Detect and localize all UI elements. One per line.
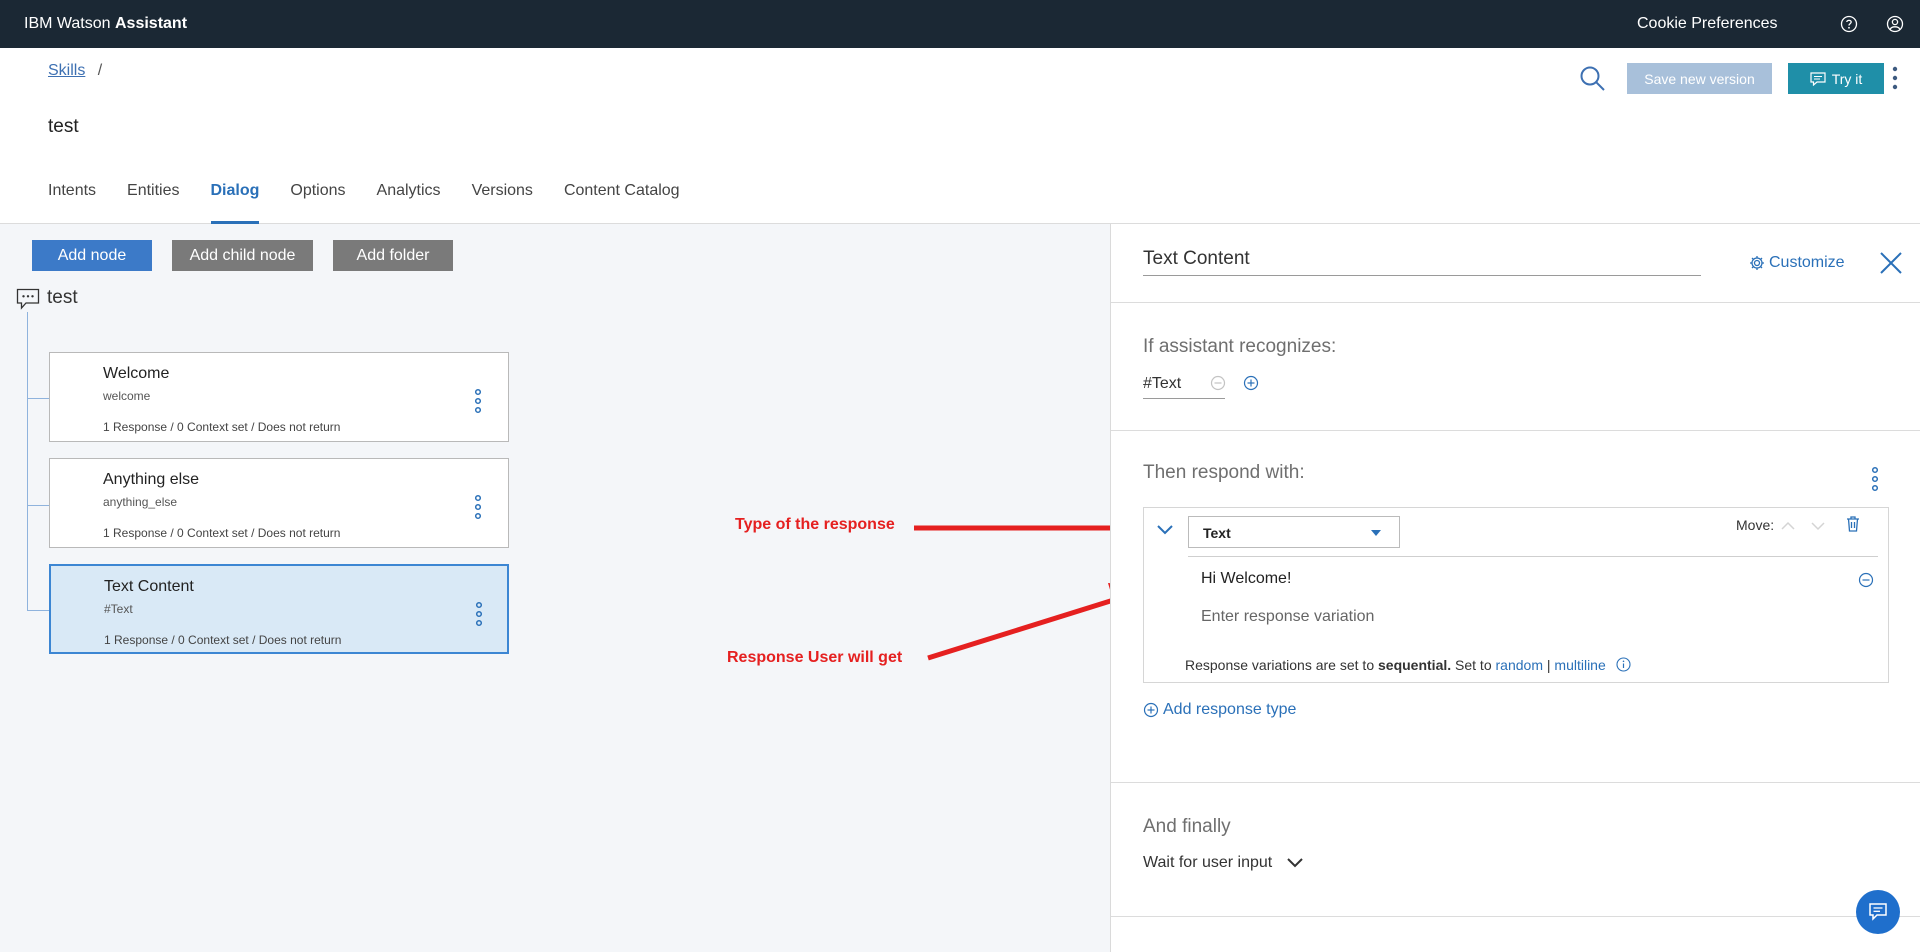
chat-icon bbox=[1869, 903, 1887, 921]
new-variation-input[interactable]: Enter response variation bbox=[1201, 608, 1374, 626]
customize-link[interactable]: Customize bbox=[1749, 254, 1845, 272]
arrow-response bbox=[927, 595, 1121, 661]
settings-set-to: Set to bbox=[1455, 657, 1492, 673]
response-type-value: Text bbox=[1203, 525, 1231, 541]
top-bar: IBM Watson Assistant Cookie Preferences bbox=[0, 0, 1920, 48]
skill-title: test bbox=[48, 116, 79, 137]
response-type-select[interactable]: Text bbox=[1188, 516, 1400, 548]
node-editor-panel: Text Content Customize If assistant reco… bbox=[1110, 224, 1920, 952]
node-meta: 1 Response / 0 Context set / Does not re… bbox=[104, 633, 342, 647]
tab-versions[interactable]: Versions bbox=[472, 182, 533, 224]
node-condition: anything_else bbox=[103, 495, 178, 509]
user-icon[interactable] bbox=[1885, 14, 1905, 34]
set-random-link[interactable]: random bbox=[1496, 657, 1543, 673]
caret-down-icon bbox=[1371, 530, 1381, 536]
node-title: Welcome bbox=[103, 365, 170, 382]
breadcrumb-separator: / bbox=[97, 62, 103, 79]
node-meta: 1 Response / 0 Context set / Does not re… bbox=[103, 420, 341, 434]
tree-connector bbox=[27, 312, 28, 610]
settings-separator: | bbox=[1546, 657, 1551, 673]
trash-icon[interactable] bbox=[1845, 515, 1861, 533]
tree-branch bbox=[27, 505, 49, 506]
tab-content-catalog[interactable]: Content Catalog bbox=[564, 182, 680, 224]
remove-condition-icon[interactable] bbox=[1210, 375, 1226, 391]
node-condition: welcome bbox=[103, 389, 151, 403]
add-child-node-button[interactable]: Add child node bbox=[172, 240, 313, 271]
skill-tabs: Intents Entities Dialog Options Analytic… bbox=[48, 182, 711, 224]
then-respond-label: Then respond with: bbox=[1143, 462, 1305, 483]
divider bbox=[1111, 302, 1920, 303]
variation-settings: Response variations are set to sequentia… bbox=[1185, 657, 1631, 673]
chevron-down-icon[interactable] bbox=[1156, 524, 1174, 536]
and-finally-label: And finally bbox=[1143, 816, 1231, 837]
dialog-node-anything-else[interactable]: Anything else anything_else 1 Response /… bbox=[49, 458, 509, 548]
gear-icon bbox=[1750, 256, 1764, 270]
breadcrumb: Skills / bbox=[48, 62, 102, 80]
search-icon[interactable] bbox=[1578, 64, 1606, 92]
move-down-icon[interactable] bbox=[1811, 521, 1825, 531]
remove-variation-icon[interactable] bbox=[1858, 572, 1874, 588]
if-recognizes-label: If assistant recognizes: bbox=[1143, 336, 1337, 357]
dialog-root-icon bbox=[16, 288, 40, 310]
tab-options[interactable]: Options bbox=[290, 182, 345, 224]
try-it-button[interactable]: Try it bbox=[1788, 63, 1884, 94]
chevron-down-icon bbox=[1287, 858, 1303, 868]
move-up-icon[interactable] bbox=[1781, 521, 1795, 531]
add-response-type-button[interactable]: Add response type bbox=[1143, 701, 1296, 719]
cookie-preferences-link[interactable]: Cookie Preferences bbox=[1637, 15, 1778, 33]
dialog-root-label: test bbox=[47, 287, 78, 308]
and-finally-select[interactable]: Wait for user input bbox=[1143, 854, 1304, 872]
dialog-node-welcome[interactable]: Welcome welcome 1 Response / 0 Context s… bbox=[49, 352, 509, 442]
wait-for-input-value: Wait for user input bbox=[1143, 854, 1273, 871]
response-variation-input[interactable]: Hi Welcome! bbox=[1201, 570, 1291, 588]
chat-bubble-icon bbox=[1810, 71, 1826, 86]
node-title: Anything else bbox=[103, 471, 200, 488]
breadcrumb-skills-link[interactable]: Skills bbox=[48, 62, 85, 79]
annotation-type-of-response: Type of the response bbox=[735, 516, 895, 533]
node-overflow-icon[interactable] bbox=[474, 493, 482, 521]
info-icon[interactable] bbox=[1616, 657, 1631, 672]
divider bbox=[1111, 430, 1920, 431]
settings-prefix: Response variations are set to bbox=[1185, 657, 1375, 673]
move-label: Move: bbox=[1736, 517, 1775, 533]
response-overflow-icon[interactable] bbox=[1871, 466, 1879, 492]
try-it-label: Try it bbox=[1831, 70, 1863, 87]
set-multiline-link[interactable]: multiline bbox=[1554, 657, 1605, 673]
divider bbox=[1111, 782, 1920, 783]
add-node-button[interactable]: Add node bbox=[32, 240, 152, 271]
node-meta: 1 Response / 0 Context set / Does not re… bbox=[103, 526, 341, 540]
chat-support-button[interactable] bbox=[1856, 890, 1900, 934]
overflow-menu-icon[interactable] bbox=[1890, 64, 1900, 92]
tree-branch bbox=[27, 610, 49, 611]
divider bbox=[1111, 916, 1920, 917]
tab-intents[interactable]: Intents bbox=[48, 182, 96, 224]
tab-analytics[interactable]: Analytics bbox=[377, 182, 441, 224]
brand-regular: IBM Watson bbox=[24, 15, 111, 32]
brand-logo[interactable]: IBM Watson Assistant bbox=[24, 15, 187, 33]
dialog-node-text-content[interactable]: Text Content #Text 1 Response / 0 Contex… bbox=[49, 564, 509, 654]
node-name-input[interactable]: Text Content bbox=[1143, 248, 1701, 276]
save-new-version-button[interactable]: Save new version bbox=[1627, 63, 1772, 94]
brand-bold: Assistant bbox=[115, 15, 188, 32]
node-overflow-icon[interactable] bbox=[475, 600, 483, 628]
add-response-label: Add response type bbox=[1163, 701, 1297, 718]
response-card: Text Move: Hi Welcome! Enter response va… bbox=[1143, 507, 1889, 683]
tab-entities[interactable]: Entities bbox=[127, 182, 179, 224]
annotation-response-user-gets: Response User will get bbox=[727, 649, 903, 666]
settings-mode: sequential. bbox=[1378, 657, 1452, 673]
node-overflow-icon[interactable] bbox=[474, 387, 482, 415]
help-icon[interactable] bbox=[1839, 14, 1859, 34]
customize-label: Customize bbox=[1769, 254, 1845, 271]
response-divider bbox=[1188, 556, 1878, 557]
close-icon[interactable] bbox=[1878, 250, 1904, 276]
node-condition: #Text bbox=[104, 602, 133, 616]
add-icon bbox=[1143, 702, 1159, 718]
node-title: Text Content bbox=[104, 578, 194, 595]
add-folder-button[interactable]: Add folder bbox=[333, 240, 453, 271]
add-condition-icon[interactable] bbox=[1243, 375, 1259, 391]
tab-dialog[interactable]: Dialog bbox=[210, 182, 259, 224]
tree-branch bbox=[27, 398, 49, 399]
